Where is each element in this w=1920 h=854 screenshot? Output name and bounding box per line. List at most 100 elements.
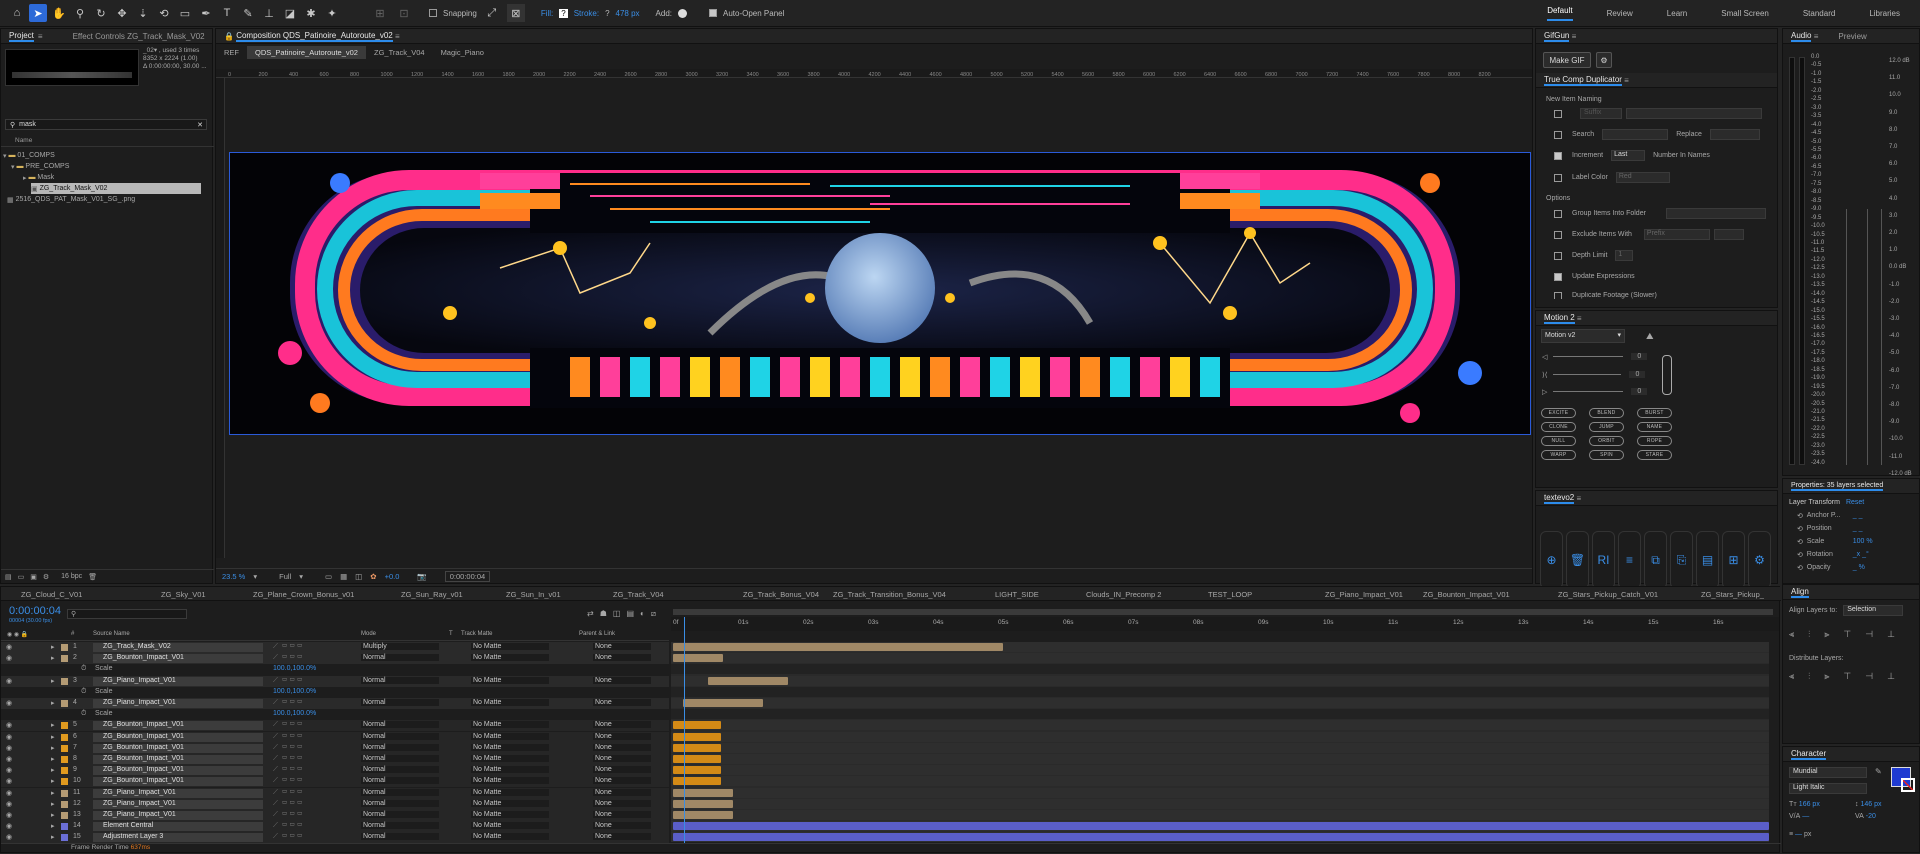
parent-select[interactable]: None: [593, 766, 651, 774]
textevo-align-icon[interactable]: ≡: [1618, 531, 1641, 589]
switches[interactable]: ⟋ ▭ ▭ ▭: [273, 699, 302, 707]
matte-select[interactable]: No Matte: [471, 732, 549, 740]
layer-bar[interactable]: [673, 732, 721, 741]
roto-tool-icon[interactable]: ✱: [302, 4, 320, 22]
visibility-icon[interactable]: ◉: [6, 777, 12, 785]
exclude-row[interactable]: Exclude Items With Prefix: [1554, 229, 1744, 240]
motion-blur-icon[interactable]: ◐: [640, 609, 645, 619]
dup-row[interactable]: Duplicate Footage (Slower): [1554, 292, 1657, 299]
layer-name[interactable]: ZG_Bounton_Impact_V01: [93, 766, 263, 776]
matte-select[interactable]: No Matte: [471, 799, 549, 807]
layer-bar[interactable]: [673, 755, 721, 763]
crumb-ref[interactable]: REF: [216, 48, 247, 57]
textevo-paste-icon[interactable]: ▤: [1696, 531, 1719, 589]
layer-name[interactable]: ZG_Bounton_Impact_V01: [93, 732, 263, 742]
matte-select[interactable]: No Matte: [471, 654, 549, 662]
add-icon[interactable]: [678, 8, 688, 18]
motion-graph-icon[interactable]: ⛰: [1646, 331, 1654, 342]
switches[interactable]: ⟋ ▭ ▭ ▭: [273, 833, 302, 841]
current-time[interactable]: 0:00:00:04: [444, 570, 491, 582]
layer-row[interactable]: ◉ ▸ 7 ZG_Bounton_Impact_V01 ⟋ ▭ ▭ ▭ Normal No …: [1, 742, 669, 754]
layer-name[interactable]: ZG_Piano_Impact_V01: [93, 811, 263, 820]
frame-blend-icon[interactable]: ▤: [626, 609, 634, 619]
textevo-settings-icon[interactable]: ⚙: [1748, 531, 1771, 589]
visibility-icon[interactable]: ◉: [6, 822, 12, 830]
tracking-field[interactable]: VA -20: [1855, 811, 1876, 822]
label-color[interactable]: [61, 823, 68, 831]
dist-top-icon[interactable]: ⫷: [1789, 671, 1794, 682]
gifgun-settings-icon[interactable]: ⚙: [1596, 52, 1612, 68]
mode-select[interactable]: Normal: [361, 799, 439, 807]
textevo-copy-icon[interactable]: ⎘: [1670, 531, 1693, 589]
snap-icon[interactable]: ⤢: [483, 4, 501, 22]
layer-row[interactable]: ◉ ▸ 15 Adjustment Layer 3 ⟋ ▭ ▭ ▭ Normal No Ma…: [1, 832, 669, 844]
warp-button[interactable]: WARP: [1541, 450, 1576, 460]
align-left-icon[interactable]: ⫷: [1789, 629, 1794, 640]
layer-bar[interactable]: [673, 822, 1769, 831]
label-color-row[interactable]: Label Color Red: [1554, 172, 1670, 183]
visibility-icon[interactable]: ◉: [6, 789, 12, 797]
matte-select[interactable]: No Matte: [471, 822, 549, 830]
snapping-checkbox[interactable]: [429, 9, 437, 17]
layer-row[interactable]: ◉ ▸ 5 ZG_Bounton_Impact_V01 ⟋ ▭ ▭ ▭ Normal No …: [1, 720, 669, 732]
trash-icon[interactable]: 🗑: [88, 573, 97, 581]
item-png[interactable]: ▦ 2516_QDS_PAT_Mask_V01_SG_.png: [7, 194, 135, 205]
layer-row[interactable]: ◉ ▸ 13 ZG_Piano_Impact_V01 ⟋ ▭ ▭ ▭ Normal No M…: [1, 810, 669, 821]
draft-3d-icon[interactable]: ☗: [600, 609, 607, 619]
expand-icon[interactable]: ▸: [51, 643, 55, 651]
expand-icon[interactable]: ▸: [51, 766, 55, 774]
matte-select[interactable]: No Matte: [471, 643, 549, 650]
parent-select[interactable]: None: [593, 732, 651, 740]
parent-select[interactable]: None: [593, 699, 651, 706]
dist-vcenter-icon[interactable]: ⫶: [1808, 671, 1810, 682]
header-matte[interactable]: Track Matte: [461, 631, 492, 637]
switches[interactable]: ⟋ ▭ ▭ ▭: [273, 733, 302, 741]
expand-icon[interactable]: ▸: [51, 744, 55, 752]
parent-select[interactable]: None: [593, 833, 651, 841]
mode-select[interactable]: Normal: [361, 654, 439, 662]
workspace-default[interactable]: Default: [1547, 6, 1573, 21]
layer-bar[interactable]: [673, 643, 1003, 651]
label-color[interactable]: [61, 756, 68, 763]
layer-name[interactable]: ZG_Piano_Impact_V01: [93, 699, 263, 708]
tab-align[interactable]: Align: [1791, 587, 1809, 598]
workspace-learn[interactable]: Learn: [1667, 9, 1687, 18]
parent-select[interactable]: None: [593, 788, 651, 796]
tab-composition[interactable]: Composition QDS_Patinoire_Autoroute_v02: [236, 31, 393, 42]
parent-select[interactable]: None: [593, 654, 651, 662]
matte-select[interactable]: No Matte: [471, 833, 549, 841]
visibility-icon[interactable]: ◉: [6, 755, 12, 763]
layer-name[interactable]: ZG_Piano_Impact_V01: [93, 676, 263, 686]
layer-bar[interactable]: [673, 788, 733, 797]
stroke-value[interactable]: ?: [605, 9, 609, 18]
layer-row[interactable]: ◉ ▸ 2 ZG_Bounton_Impact_V01 ⟋ ▭ ▭ ▭ Normal No …: [1, 653, 669, 665]
type-tool-icon[interactable]: T: [218, 4, 236, 22]
matte-select[interactable]: No Matte: [471, 788, 549, 796]
mode-select[interactable]: Normal: [361, 732, 439, 740]
reset-link[interactable]: Reset: [1846, 499, 1864, 506]
exposure-value[interactable]: +0.0: [385, 572, 400, 581]
interpret-icon[interactable]: ▤: [5, 573, 12, 581]
prop-anchor[interactable]: ⟲ Anchor P... _ _: [1797, 510, 1863, 521]
label-color[interactable]: [61, 800, 68, 808]
label-color[interactable]: [61, 767, 68, 775]
shy-icon[interactable]: ◫: [613, 609, 621, 619]
font-family-select[interactable]: Mundial: [1789, 767, 1867, 778]
label-color[interactable]: [61, 789, 68, 797]
pen-tool-icon[interactable]: ✒: [197, 4, 215, 22]
expand-icon[interactable]: ▸: [51, 699, 55, 707]
home-icon[interactable]: ⌂: [8, 4, 26, 22]
slider-2[interactable]: ⟩⟨ 0: [1542, 369, 1646, 380]
matte-select[interactable]: No Matte: [471, 811, 549, 818]
expand-icon[interactable]: ▸: [51, 833, 55, 841]
stare-button[interactable]: STARE: [1637, 450, 1672, 460]
local-axis-icon[interactable]: ⊞: [371, 4, 389, 22]
slider-3[interactable]: ▷ 0: [1542, 386, 1648, 397]
textevo-link-icon[interactable]: ⧉: [1644, 531, 1667, 589]
anchor-pin-icon[interactable]: [1662, 355, 1672, 395]
matte-select[interactable]: No Matte: [471, 777, 549, 785]
depth-row[interactable]: Depth Limit 1: [1554, 250, 1634, 261]
folder-01-comps[interactable]: ▾ ▬ 01_COMPS: [3, 150, 55, 161]
layer-bar[interactable]: [673, 811, 733, 819]
label-color[interactable]: [61, 834, 68, 842]
